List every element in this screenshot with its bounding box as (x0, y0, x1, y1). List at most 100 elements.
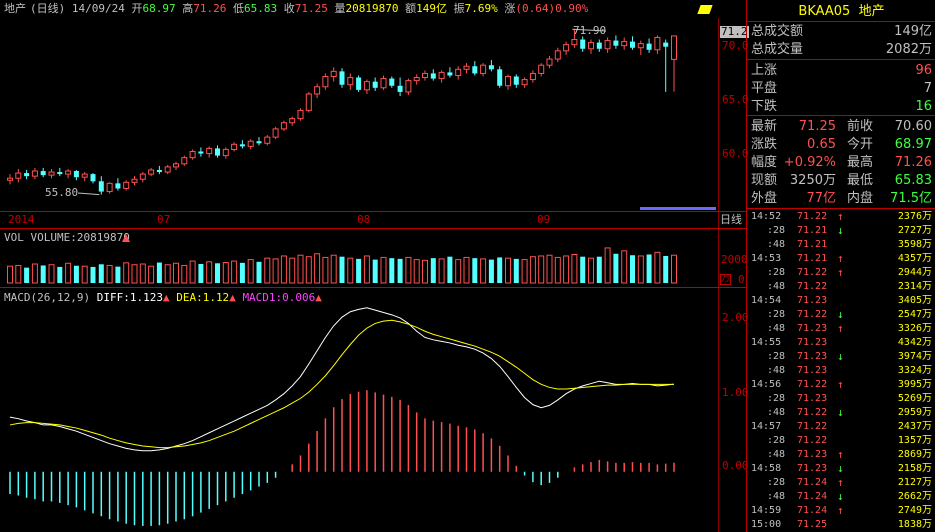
tick-row[interactable]: 14:59 71.24 ↑ 2749万 (747, 505, 935, 517)
divider (747, 115, 935, 116)
tick-row[interactable]: :48 71.23 ↑ 2869万 (747, 449, 935, 461)
quote-value: 3250万 (789, 173, 836, 188)
volume-bar (31, 263, 38, 284)
tick-row[interactable]: :28 71.21 ↓ 2727万 (747, 225, 935, 237)
tick-row[interactable]: :48 71.22 ↓ 2959万 (747, 407, 935, 419)
candle-body (430, 73, 436, 79)
volume-bar (57, 266, 63, 283)
tick-row[interactable]: 14:58 71.23 ↓ 2158万 (747, 463, 935, 475)
volume-bar (546, 254, 553, 284)
candle-body (31, 170, 38, 177)
candle-body (546, 58, 553, 66)
tick-row[interactable]: :28 71.23 ↓ 3974万 (747, 351, 935, 363)
candle-body (322, 76, 329, 88)
tick-time: :28 (767, 393, 786, 404)
tick-volume: 3405万 (897, 295, 932, 306)
candle-body (73, 171, 79, 178)
candle-body (106, 182, 113, 193)
tick-row[interactable]: :48 71.23 3324万 (747, 365, 935, 377)
volume-bar (472, 258, 478, 283)
tick-price: 71.23 (797, 449, 828, 460)
candle-body (646, 43, 652, 50)
tick-volume: 2376万 (897, 211, 932, 222)
candle-body (654, 36, 661, 51)
volume-bar (198, 264, 204, 283)
volume-bar (630, 255, 635, 283)
volume-bar (322, 256, 329, 284)
candle-body (413, 77, 420, 82)
tick-row[interactable]: :28 71.22 1357万 (747, 435, 935, 447)
candle-body (297, 109, 304, 120)
candle-body (596, 42, 602, 49)
volume-bar (231, 260, 238, 284)
candle-body (81, 173, 88, 178)
volume-bar (380, 256, 387, 284)
tick-row[interactable]: :48 71.24 ↓ 2662万 (747, 491, 935, 503)
arrow-up-icon: ↑ (837, 504, 844, 517)
candle-body (405, 80, 412, 93)
volume-bar (637, 255, 644, 284)
tick-volume: 4342万 (897, 337, 932, 348)
candle-body (272, 128, 279, 138)
volume-bar (521, 259, 528, 284)
tick-price: 71.22 (797, 211, 828, 222)
candle-body (131, 178, 138, 183)
volume-bar (604, 247, 611, 284)
chart-area[interactable]: 地产 (日线) 14/09/24 开68.97 高71.26 低65.83 收71… (0, 0, 749, 532)
candle-body (289, 118, 296, 124)
tick-price: 71.22 (797, 267, 828, 278)
tick-volume: 2437万 (897, 421, 932, 432)
candle-body (463, 65, 470, 70)
tick-row[interactable]: :28 71.22 ↓ 2547万 (747, 309, 935, 321)
tick-row[interactable]: :48 71.23 ↑ 3326万 (747, 323, 935, 335)
period-button[interactable]: 日线 (720, 214, 742, 226)
stat-label: 总成交量 (751, 42, 804, 57)
tick-price: 71.21 (797, 239, 828, 250)
tick-row[interactable]: :28 71.22 ↑ 2944万 (747, 267, 935, 279)
tick-row[interactable]: :48 71.22 2314万 (747, 281, 935, 293)
tick-price: 71.22 (797, 435, 828, 446)
quote-label: 幅度 (751, 155, 778, 170)
candle-body (529, 72, 536, 81)
candle-body (389, 78, 395, 86)
arrow-up-icon: ↑ (837, 252, 844, 265)
quote-value: 71.25 (798, 119, 836, 134)
stat-row: 总成交量 2082万 (747, 41, 935, 58)
price-tick-65: 65.0 (722, 93, 749, 106)
tick-row[interactable]: 14:55 71.23 4342万 (747, 337, 935, 349)
macd-tick-2: 2.00 (722, 311, 749, 324)
candle-body (206, 147, 213, 155)
stat-label: 总成交额 (751, 24, 804, 39)
tick-row[interactable]: 14:54 71.23 3405万 (747, 295, 935, 307)
tick-row[interactable]: 14:57 71.22 2437万 (747, 421, 935, 433)
candle-body (57, 172, 63, 175)
tick-row[interactable]: :28 71.23 5269万 (747, 393, 935, 405)
volume-bar (563, 255, 570, 284)
volume-bar (438, 258, 445, 284)
arrow-down-icon: ↓ (837, 350, 844, 363)
quote-value: 71.5亿 (890, 191, 932, 206)
tick-row[interactable]: 14:52 71.22 ↑ 2376万 (747, 211, 935, 223)
quote-row: 现额 3250万 最低 65.83 (747, 172, 935, 189)
vol-tick-2000: 2000 (721, 253, 748, 266)
arrow-up-icon: ↑ (837, 322, 844, 335)
chart-canvas[interactable] (0, 0, 718, 532)
volume-bar (422, 259, 428, 284)
arrow-down-icon: ↓ (837, 308, 844, 321)
current-price-marker: 71.2 (720, 25, 749, 38)
volume-bar (613, 253, 619, 283)
tick-row[interactable]: :28 71.24 ↑ 2127万 (747, 477, 935, 489)
tick-row[interactable]: 15:00 71.25 1838万 (747, 519, 935, 531)
divider (747, 59, 935, 60)
tick-price: 71.22 (797, 379, 828, 390)
quote-label: 前收 (847, 119, 874, 134)
volume-bar (513, 258, 519, 283)
tick-row[interactable]: :48 71.21 3598万 (747, 239, 935, 251)
breadth-value: 16 (915, 99, 932, 114)
tick-time: :28 (767, 477, 786, 488)
candle-body (505, 76, 511, 87)
tick-time: :28 (767, 309, 786, 320)
board-code: BKAA05 (798, 4, 851, 19)
tick-row[interactable]: 14:53 71.21 ↑ 4357万 (747, 253, 935, 265)
tick-row[interactable]: 14:56 71.22 ↑ 3995万 (747, 379, 935, 391)
